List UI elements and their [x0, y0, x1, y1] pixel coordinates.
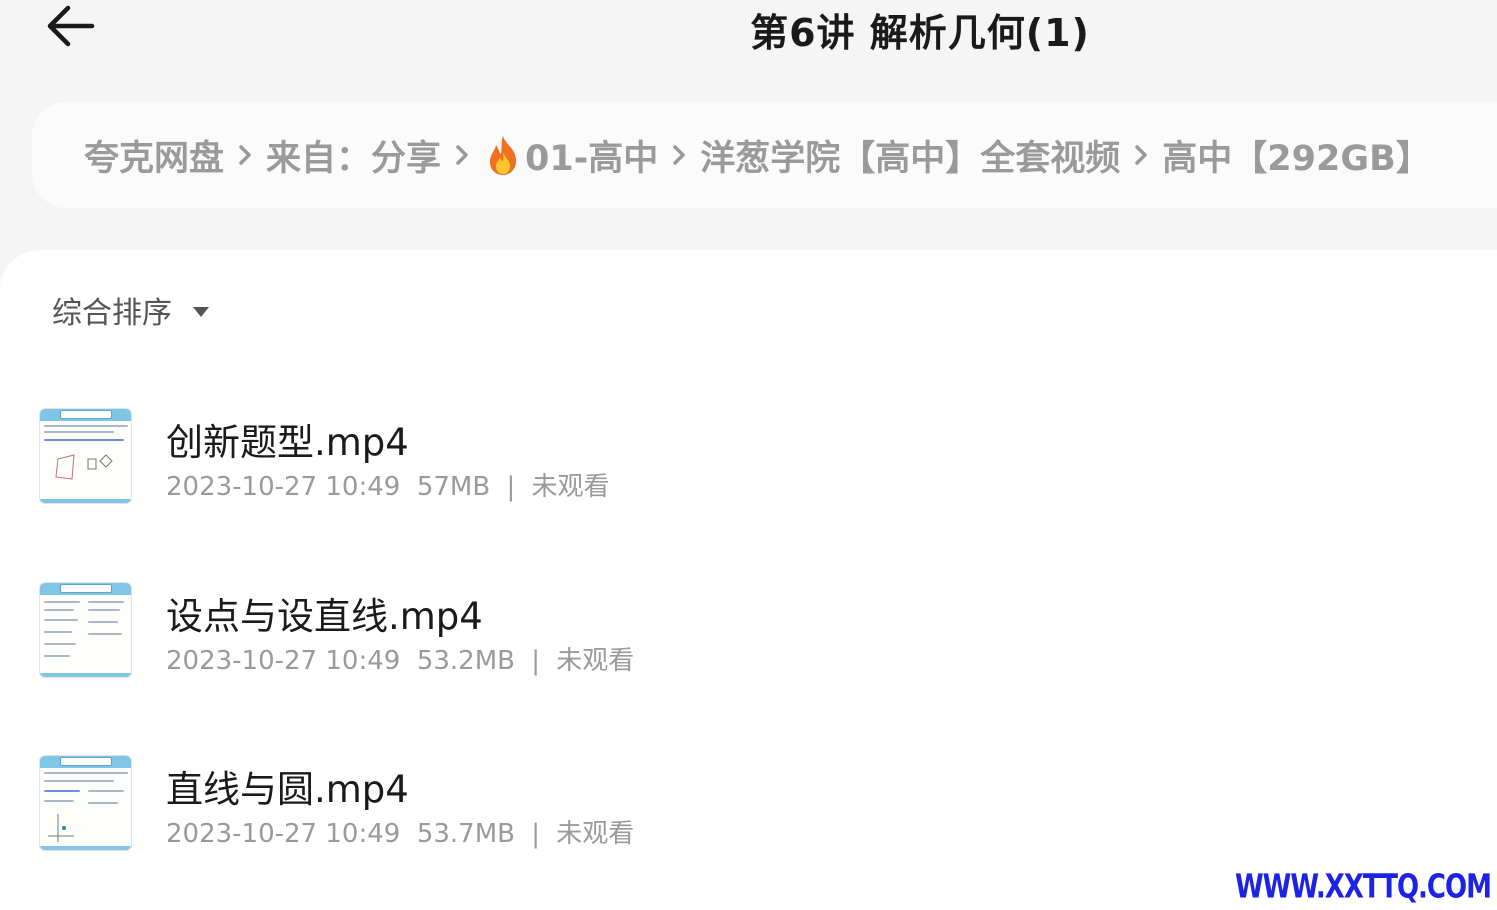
fire-icon	[489, 135, 517, 175]
chevron-right-icon	[455, 144, 469, 166]
breadcrumb-item-highschool-292gb[interactable]: 高中【292GB】	[1162, 130, 1430, 181]
breadcrumb: 夸克网盘 来自：分享 01-高中 洋葱学院【高中】全套视频 高中【292GB】	[32, 102, 1497, 208]
breadcrumb-item-label: 01-高中	[525, 138, 659, 179]
back-button[interactable]	[38, 0, 102, 52]
breadcrumb-item-onion-academy[interactable]: 洋葱学院【高中】全套视频	[700, 130, 1120, 181]
caret-down-icon	[193, 307, 209, 317]
file-date: 2023-10-27 10:49	[166, 646, 401, 676]
page-title: 第6讲 解析几何(1)	[750, 11, 1090, 55]
file-name: 设点与设直线.mp4	[166, 595, 483, 638]
video-thumbnail	[39, 408, 132, 504]
file-size: 57MB	[416, 472, 491, 502]
breadcrumb-item-shared[interactable]: 来自：分享	[266, 130, 441, 181]
site-watermark: WWW.XXTTQ.COM	[1235, 868, 1492, 907]
file-name: 直线与圆.mp4	[166, 768, 409, 811]
file-list-panel: 综合排序 创新题型.mp4 2023-10-27 10:49 57MB | 未观…	[0, 250, 1497, 910]
file-size: 53.7MB	[416, 819, 515, 849]
chevron-right-icon	[1134, 144, 1148, 166]
file-meta: 2023-10-27 10:49 53.2MB | 未观看	[166, 640, 634, 677]
breadcrumb-item-quark-drive[interactable]: 夸克网盘	[84, 130, 224, 181]
watch-status: 未观看	[556, 819, 635, 849]
file-meta: 2023-10-27 10:49 53.7MB | 未观看	[166, 813, 634, 850]
file-date: 2023-10-27 10:49	[166, 472, 401, 502]
file-row[interactable]: 创新题型.mp4 2023-10-27 10:49 57MB | 未观看	[0, 408, 1497, 538]
file-meta: 2023-10-27 10:49 57MB | 未观看	[166, 466, 610, 503]
watch-status: 未观看	[531, 472, 610, 502]
chevron-right-icon	[238, 144, 252, 166]
chevron-right-icon	[672, 144, 686, 166]
video-thumbnail	[39, 582, 132, 678]
file-size: 53.2MB	[416, 646, 515, 676]
breadcrumb-item-highschool[interactable]: 01-高中	[483, 130, 658, 181]
file-name: 创新题型.mp4	[166, 421, 409, 464]
sort-dropdown[interactable]: 综合排序	[52, 288, 210, 332]
file-row[interactable]: 设点与设直线.mp4 2023-10-27 10:49 53.2MB | 未观看	[0, 582, 1497, 712]
file-row[interactable]: 直线与圆.mp4 2023-10-27 10:49 53.7MB | 未观看	[0, 755, 1497, 885]
sort-label: 综合排序	[52, 296, 172, 331]
watch-status: 未观看	[556, 646, 635, 676]
video-thumbnail	[39, 755, 132, 851]
meta-separator: |	[531, 819, 541, 849]
file-date: 2023-10-27 10:49	[166, 819, 401, 849]
meta-separator: |	[531, 646, 541, 676]
top-bar: 第6讲 解析几何(1)	[0, 0, 1497, 100]
meta-separator: |	[506, 472, 516, 502]
arrow-left-icon	[47, 5, 95, 47]
